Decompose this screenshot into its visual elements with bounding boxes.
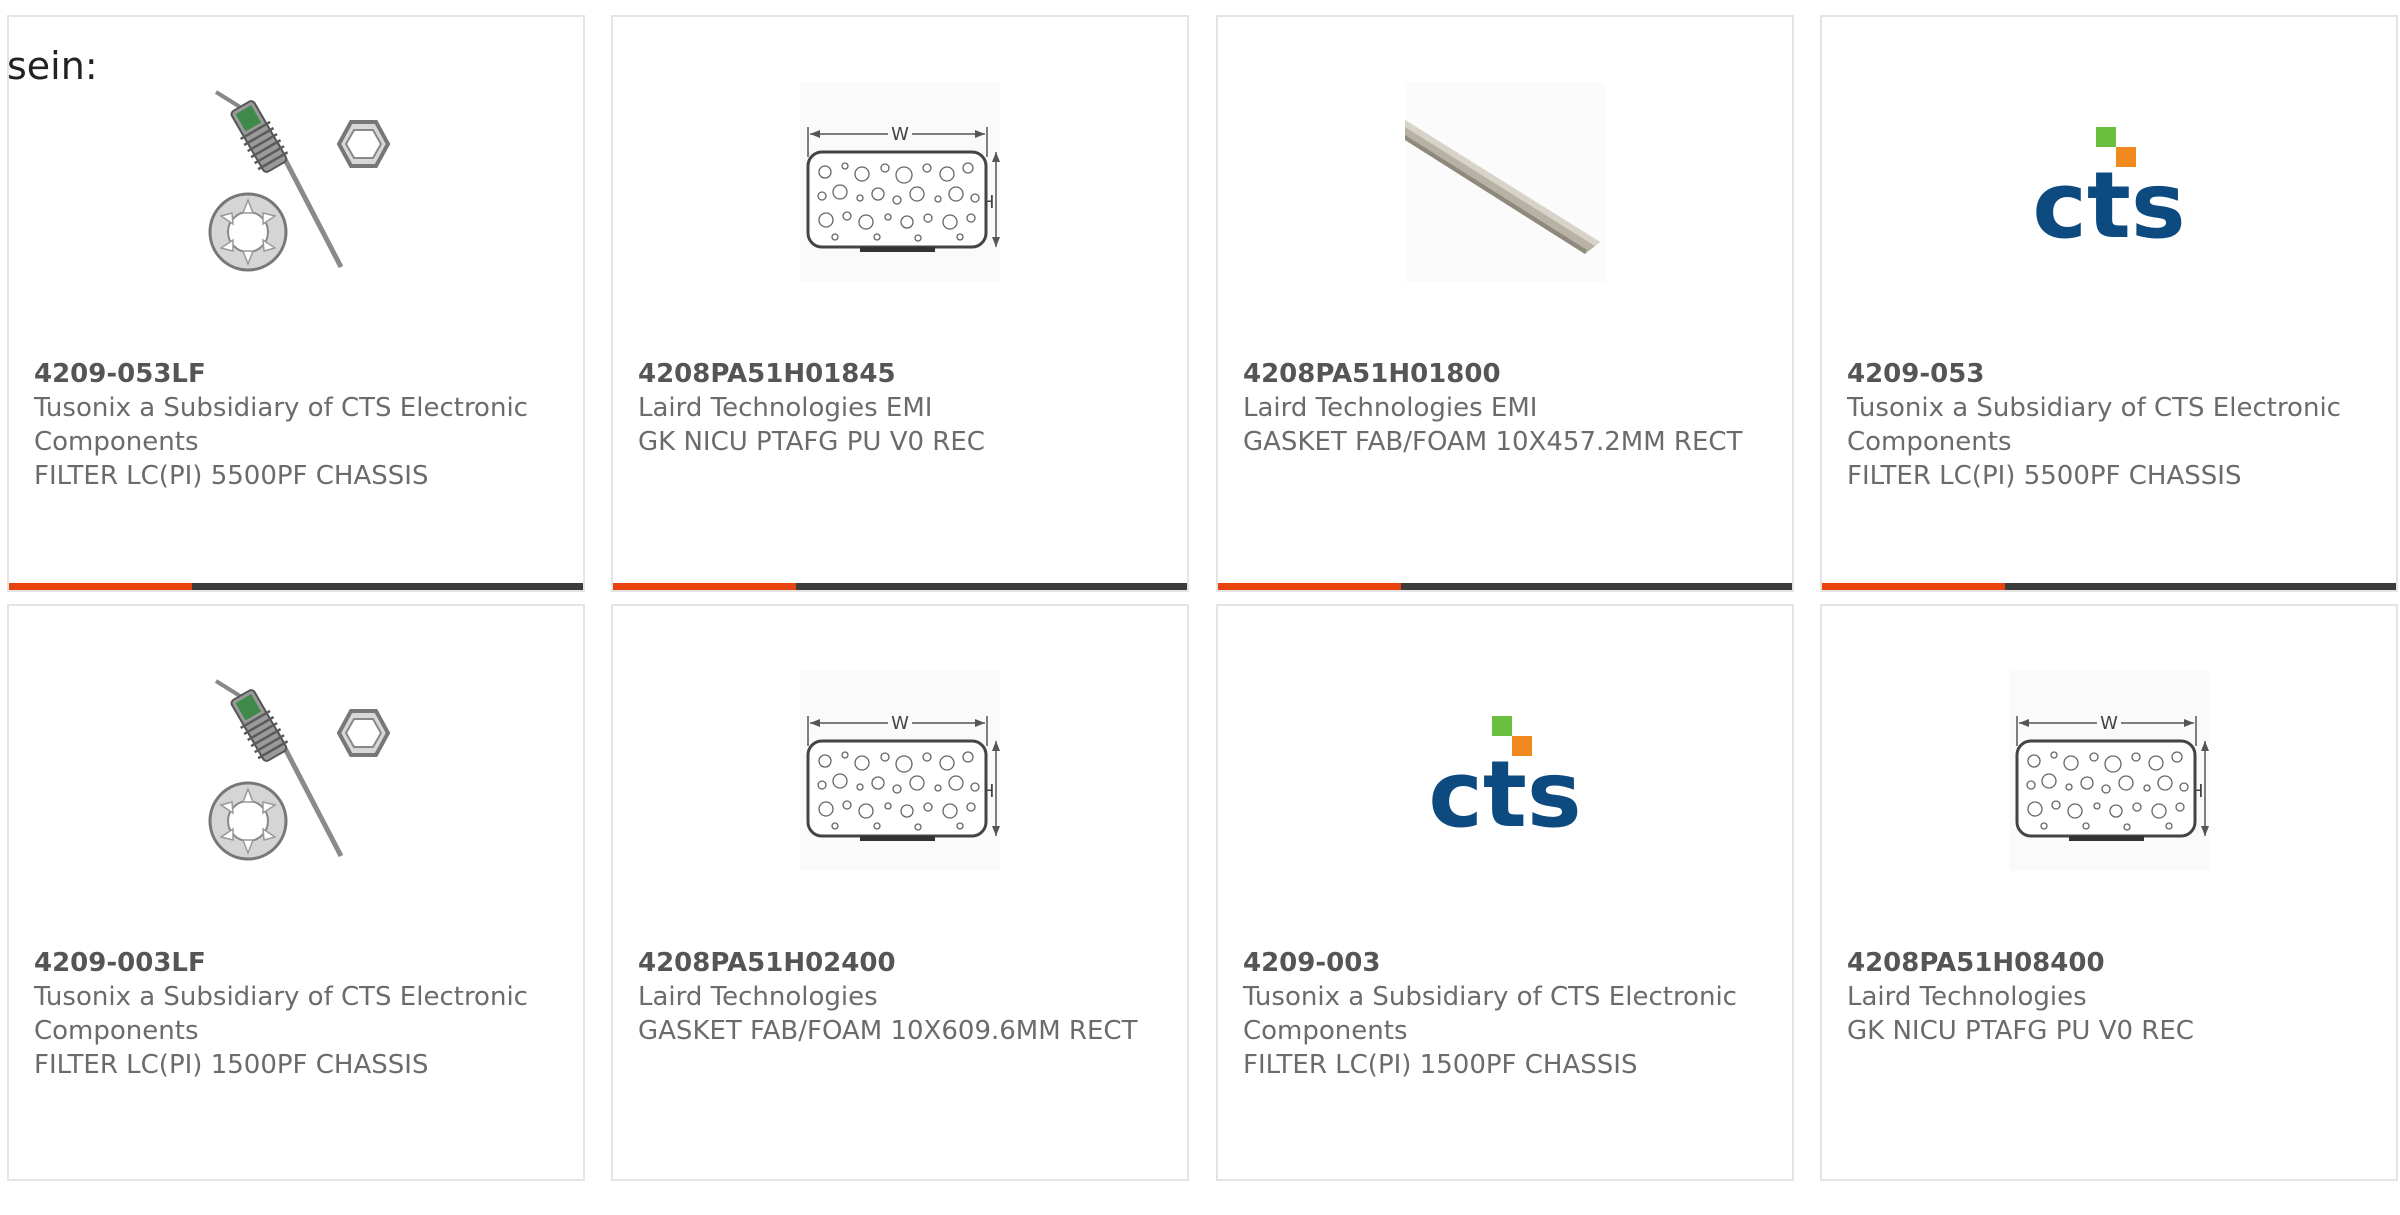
manufacturer-name: Laird Technologies bbox=[638, 982, 878, 1012]
product-description: GASKET FAB/FOAM 10X609.6MM RECT bbox=[638, 1016, 1138, 1046]
part-number-link[interactable]: 4208PA51H01845 bbox=[638, 357, 1177, 391]
part-number-link[interactable]: 4209-003LF bbox=[34, 946, 573, 980]
product-info: 4208PA51H01845 Laird Technologies EMI GK… bbox=[638, 357, 1177, 459]
manufacturer-name: Tusonix a Subsidiary of CTS Electronic C… bbox=[34, 982, 528, 1046]
product-description: GASKET FAB/FOAM 10X457.2MM RECT bbox=[1243, 427, 1743, 457]
product-card[interactable]: 4208PA51H02400 Laird Technologies GASKET… bbox=[611, 604, 1189, 1181]
product-info: 4208PA51H08400 Laird Technologies GK NIC… bbox=[1847, 946, 2386, 1048]
product-grid: 4209-053LF Tusonix a Subsidiary of CTS E… bbox=[7, 15, 2400, 1215]
product-card[interactable]: 4209-053 Tusonix a Subsidiary of CTS Ele… bbox=[1820, 15, 2398, 592]
product-info: 4208PA51H01800 Laird Technologies EMI GA… bbox=[1243, 357, 1782, 459]
product-info: 4209-053LF Tusonix a Subsidiary of CTS E… bbox=[34, 357, 573, 493]
part-number-link[interactable]: 4208PA51H01800 bbox=[1243, 357, 1782, 391]
product-info: 4209-003 Tusonix a Subsidiary of CTS Ele… bbox=[1243, 946, 1782, 1082]
product-description: GK NICU PTAFG PU V0 REC bbox=[1847, 1016, 2194, 1046]
card-progress-accent bbox=[1822, 583, 2005, 590]
card-progress-bar bbox=[9, 583, 583, 590]
product-card[interactable]: 4208PA51H01800 Laird Technologies EMI GA… bbox=[1216, 15, 1794, 592]
card-progress-bar bbox=[1822, 583, 2396, 590]
part-number-link[interactable]: 4208PA51H08400 bbox=[1847, 946, 2386, 980]
manufacturer-name: Tusonix a Subsidiary of CTS Electronic C… bbox=[1847, 393, 2341, 457]
product-info: 4209-053 Tusonix a Subsidiary of CTS Ele… bbox=[1847, 357, 2386, 493]
product-card[interactable]: 4208PA51H08400 Laird Technologies GK NIC… bbox=[1820, 604, 2398, 1181]
manufacturer-name: Tusonix a Subsidiary of CTS Electronic C… bbox=[34, 393, 528, 457]
product-description: FILTER LC(PI) 1500PF CHASSIS bbox=[34, 1050, 429, 1080]
product-description: GK NICU PTAFG PU V0 REC bbox=[638, 427, 985, 457]
product-card[interactable]: 4209-003LF Tusonix a Subsidiary of CTS E… bbox=[7, 604, 585, 1181]
product-description: FILTER LC(PI) 5500PF CHASSIS bbox=[1847, 461, 2242, 491]
card-progress-accent bbox=[9, 583, 192, 590]
gasket-diagram-image[interactable] bbox=[1822, 668, 2396, 873]
filter-feedthrough-image[interactable] bbox=[9, 79, 583, 284]
gasket-diagram-image[interactable] bbox=[613, 79, 1187, 284]
part-number-link[interactable]: 4209-053 bbox=[1847, 357, 2386, 391]
card-progress-accent bbox=[613, 583, 796, 590]
manufacturer-name: Tusonix a Subsidiary of CTS Electronic C… bbox=[1243, 982, 1737, 1046]
part-number-link[interactable]: 4208PA51H02400 bbox=[638, 946, 1177, 980]
product-card[interactable]: 4209-053LF Tusonix a Subsidiary of CTS E… bbox=[7, 15, 585, 592]
product-info: 4208PA51H02400 Laird Technologies GASKET… bbox=[638, 946, 1177, 1048]
product-info: 4209-003LF Tusonix a Subsidiary of CTS E… bbox=[34, 946, 573, 1082]
part-number-link[interactable]: 4209-003 bbox=[1243, 946, 1782, 980]
card-progress-bar bbox=[613, 583, 1187, 590]
intro-text: sein: bbox=[7, 44, 98, 88]
card-progress-bar bbox=[1218, 583, 1792, 590]
product-card[interactable]: 4209-003 Tusonix a Subsidiary of CTS Ele… bbox=[1216, 604, 1794, 1181]
gasket-diagram-image[interactable] bbox=[613, 668, 1187, 873]
cts-logo-image[interactable] bbox=[1822, 79, 2396, 284]
filter-feedthrough-image[interactable] bbox=[9, 668, 583, 873]
part-number-link[interactable]: 4209-053LF bbox=[34, 357, 573, 391]
gasket-strip-image[interactable] bbox=[1218, 79, 1792, 284]
product-card[interactable]: 4208PA51H01845 Laird Technologies EMI GK… bbox=[611, 15, 1189, 592]
cts-logo-image[interactable] bbox=[1218, 668, 1792, 873]
manufacturer-name: Laird Technologies EMI bbox=[638, 393, 933, 423]
product-description: FILTER LC(PI) 1500PF CHASSIS bbox=[1243, 1050, 1638, 1080]
manufacturer-name: Laird Technologies EMI bbox=[1243, 393, 1538, 423]
manufacturer-name: Laird Technologies bbox=[1847, 982, 2087, 1012]
product-description: FILTER LC(PI) 5500PF CHASSIS bbox=[34, 461, 429, 491]
card-progress-accent bbox=[1218, 583, 1401, 590]
